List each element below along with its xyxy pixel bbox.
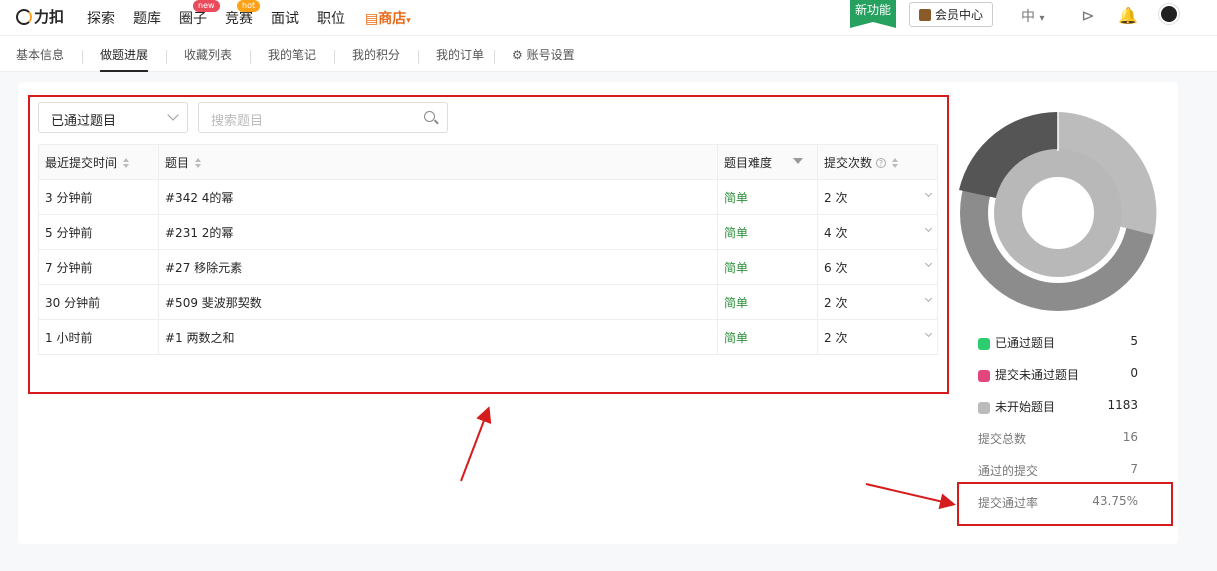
profile-tabs: 基本信息 做题进展 收藏列表 我的笔记 我的积分 我的订单 ⚙ 账号设置	[0, 36, 1217, 72]
nav-interview[interactable]: 面试	[271, 8, 299, 28]
tab-orders[interactable]: 我的订单	[436, 46, 484, 63]
tab-favorites[interactable]: 收藏列表	[184, 46, 232, 63]
tab-account-settings[interactable]: ⚙ 账号设置	[512, 46, 575, 63]
stat-total-submissions: 提交总数 16	[978, 430, 1138, 446]
nav-store[interactable]: ▤商店▾	[365, 8, 411, 28]
stat-accepted-submissions: 通过的提交 7	[978, 462, 1138, 478]
chevron-down-icon: ▾	[1039, 13, 1045, 24]
legend-passed: 已通过题目 5	[978, 334, 1138, 351]
tab-basic-info[interactable]: 基本信息	[16, 46, 64, 63]
logo-icon	[16, 8, 32, 25]
playground-icon[interactable]: ⊳	[1078, 6, 1098, 25]
divider	[166, 50, 167, 64]
divider	[334, 50, 335, 64]
store-icon: ▤	[365, 11, 379, 27]
nav-explore[interactable]: 探索	[87, 8, 115, 28]
divider	[250, 50, 251, 64]
vip-center-button[interactable]: 会员中心	[909, 2, 993, 27]
legend-not-started: 未开始题目 1183	[978, 398, 1138, 415]
logo[interactable]: 力扣	[16, 6, 64, 27]
gear-icon: ⚙	[512, 48, 523, 62]
tab-points[interactable]: 我的积分	[352, 46, 400, 63]
active-tab-indicator	[100, 70, 148, 72]
language-select[interactable]: 中 ▾	[1021, 6, 1044, 26]
chevron-down-icon: ▾	[406, 16, 411, 26]
stat-acceptance-rate: 提交通过率 43.75%	[978, 494, 1138, 510]
avatar[interactable]	[1159, 4, 1179, 24]
legend-dot	[978, 337, 990, 350]
hot-badge: hot	[237, 0, 261, 12]
annotation-box-table	[28, 95, 949, 394]
new-feature-button[interactable]: 新功能	[850, 0, 896, 28]
divider	[418, 50, 419, 64]
tab-progress[interactable]: 做题进展	[100, 46, 148, 63]
new-badge: new	[193, 0, 220, 12]
top-navbar: 力扣 探索 题库 圈子 new 竞赛 hot 面试 职位 ▤商店▾ 新功能 会员中心…	[0, 0, 1217, 36]
nav-circle[interactable]: 圈子 new	[179, 0, 220, 28]
legend-failed: 提交未通过题目 0	[978, 366, 1138, 383]
nav-problems[interactable]: 题库	[133, 8, 161, 28]
inner-ring	[994, 149, 1122, 277]
legend-dot	[978, 401, 990, 414]
divider	[82, 50, 83, 64]
nav-contest[interactable]: 竞赛 hot	[225, 0, 261, 28]
bell-icon[interactable]: 🔔	[1118, 6, 1138, 25]
nav-jobs[interactable]: 职位	[317, 8, 345, 28]
progress-donut-chart	[959, 111, 1157, 311]
vip-icon	[918, 8, 931, 21]
divider	[494, 50, 495, 64]
tab-notes[interactable]: 我的笔记	[268, 46, 316, 63]
legend-dot	[978, 369, 990, 382]
